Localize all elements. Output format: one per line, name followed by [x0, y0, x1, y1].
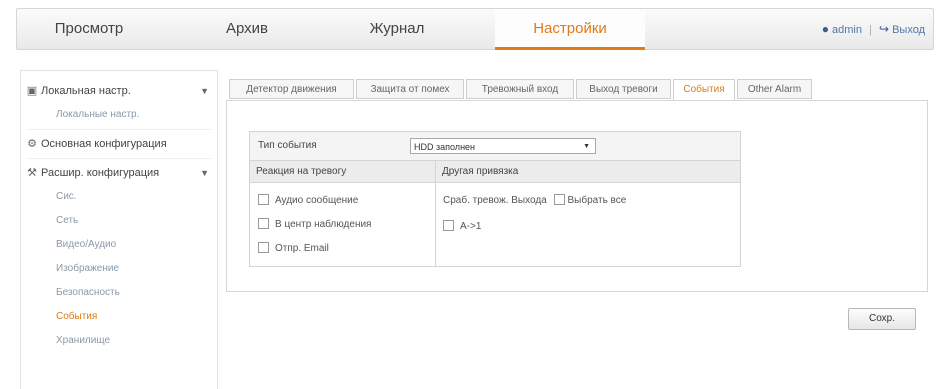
sidebar-item-system[interactable]: Сис.	[21, 185, 217, 209]
sidebar-item-video-audio[interactable]: Видео/Аудио	[21, 233, 217, 257]
monitor-icon: ▣	[26, 85, 38, 97]
sidebar-item-network[interactable]: Сеть	[21, 209, 217, 233]
sidebar-group-label: Локальная настр.	[41, 85, 131, 97]
logout-link[interactable]: Выход	[892, 24, 925, 36]
checkbox-label: Аудио сообщение	[275, 195, 359, 206]
sidebar-group-label: Основная конфигурация	[41, 138, 167, 150]
sidebar-item-storage[interactable]: Хранилище	[21, 329, 217, 353]
reaction-audio-row: Аудио сообщение	[258, 192, 358, 210]
sidebar-item-image[interactable]: Изображение	[21, 257, 217, 281]
output-a1-checkbox[interactable]	[443, 219, 454, 231]
sidebar-item-local-config[interactable]: Локальные настр.	[21, 103, 217, 127]
event-type-label: Тип события	[258, 140, 317, 151]
divider	[27, 129, 211, 130]
tab-motion-detection[interactable]: Детектор движения	[229, 79, 354, 99]
tab-other-alarm[interactable]: Other Alarm	[737, 79, 812, 99]
linkage-header: Другая привязка	[436, 161, 740, 183]
event-settings-table: Тип события HDD заполнен ▼ Реакция на тр…	[249, 131, 741, 267]
column-divider	[435, 161, 436, 266]
divider	[27, 158, 211, 159]
user-area: ● admin | ↪ Выход	[822, 9, 925, 49]
event-type-select[interactable]: HDD заполнен ▼	[410, 138, 596, 154]
sidebar-group-basic[interactable]: ⚙ Основная конфигурация	[21, 132, 217, 156]
event-type-value: HDD заполнен	[414, 142, 476, 152]
reaction-email-row: Отпр. Email	[258, 240, 329, 258]
nav-configuration[interactable]: Настройки	[495, 9, 645, 50]
user-icon: ●	[821, 22, 829, 36]
audio-warning-checkbox[interactable]	[258, 193, 269, 205]
reaction-header: Реакция на тревогу	[250, 161, 435, 183]
username: admin	[832, 24, 862, 36]
trigger-output-row: Сраб. тревож. Выходa Выбрать все	[443, 192, 626, 210]
send-email-checkbox[interactable]	[258, 241, 269, 253]
reaction-center-row: В центр наблюдения	[258, 216, 371, 234]
divider: |	[869, 24, 872, 36]
sidebar-group-label: Расшир. конфигурация	[41, 167, 160, 179]
sidebar-item-events[interactable]: События	[21, 305, 217, 329]
nav-playback[interactable]: Архив	[197, 9, 297, 49]
notify-center-checkbox[interactable]	[258, 217, 269, 229]
dropdown-arrow-icon: ▼	[583, 143, 590, 150]
trigger-output-label: Сраб. тревож. Выходa	[443, 195, 547, 206]
tab-tamper-proof[interactable]: Защита от помех	[356, 79, 464, 99]
tab-alarm-output[interactable]: Выход тревоги	[576, 79, 671, 99]
event-type-row: Тип события HDD заполнен ▼	[250, 132, 740, 161]
gear-icon: ⚙	[27, 138, 37, 150]
top-navigation: Просмотр Архив Журнал Настройки ● admin …	[16, 8, 934, 50]
checkbox-label: Отпр. Email	[275, 243, 329, 254]
nav-live-view[interactable]: Просмотр	[39, 9, 139, 49]
save-button[interactable]: Сохр.	[848, 308, 916, 330]
logout-icon[interactable]: ↪	[879, 22, 889, 36]
chevron-down-icon[interactable]: ▼	[200, 161, 209, 185]
nav-log[interactable]: Журнал	[342, 9, 452, 49]
tab-alarm-input[interactable]: Тревожный вход	[466, 79, 574, 99]
sidebar-group-local[interactable]: ▣ Локальная настр. ▼	[21, 79, 217, 103]
sidebar-item-security[interactable]: Безопасность	[21, 281, 217, 305]
select-all-label: Выбрать все	[567, 195, 627, 206]
tab-events[interactable]: События	[673, 79, 735, 101]
wrench-icon: ⚒	[27, 167, 37, 179]
sidebar-group-advanced[interactable]: ⚒ Расшир. конфигурация ▼	[21, 161, 217, 185]
select-all-checkbox[interactable]	[553, 193, 565, 205]
sidebar: ▣ Локальная настр. ▼ Локальные настр. ⚙ …	[20, 70, 218, 389]
chevron-down-icon[interactable]: ▼	[200, 79, 209, 103]
checkbox-label: В центр наблюдения	[275, 219, 372, 230]
checkbox-label: A->1	[460, 221, 482, 232]
output-a1-row: A->1	[443, 218, 481, 236]
